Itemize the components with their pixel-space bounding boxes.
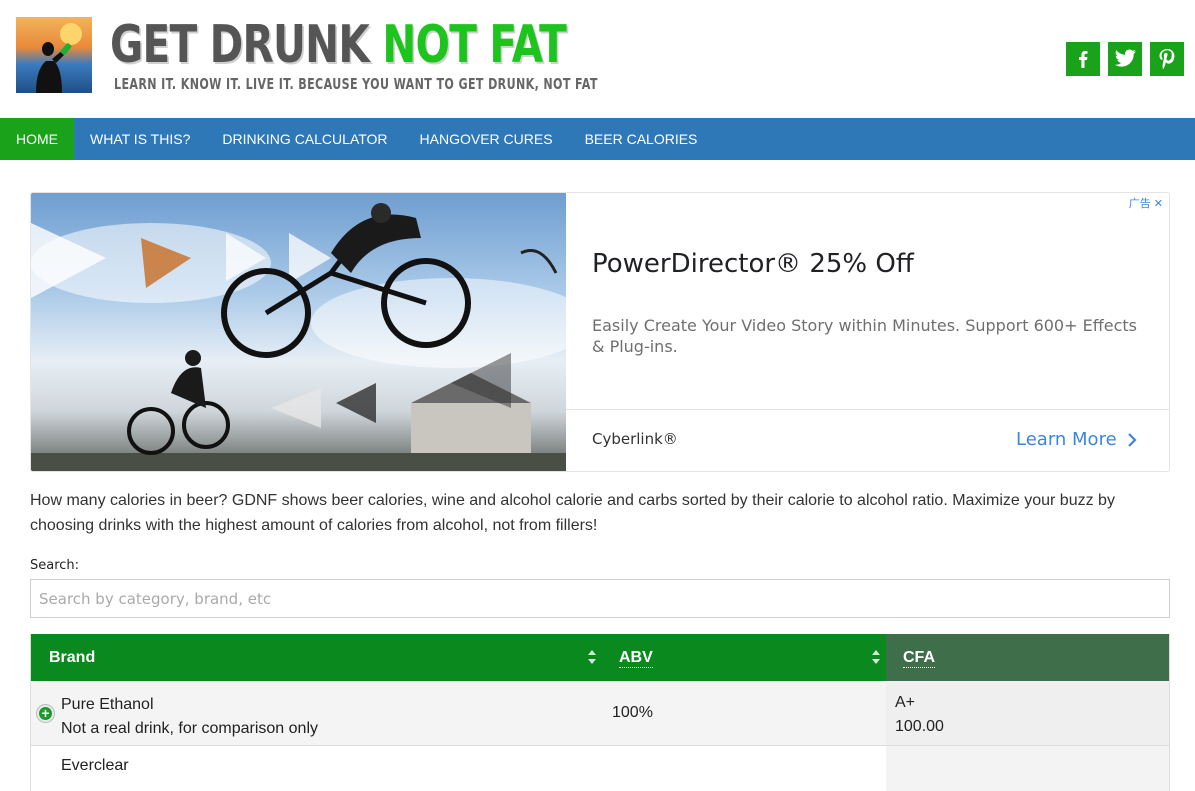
- ad-sponsor: Cyberlink®: [592, 430, 678, 448]
- learn-more-button[interactable]: Learn More: [1016, 429, 1137, 450]
- brand-cell: Everclear: [31, 746, 602, 791]
- pinterest-button[interactable]: [1150, 42, 1184, 76]
- facebook-button[interactable]: [1066, 42, 1100, 76]
- cfa-cell: A+ 100.00: [886, 681, 1169, 745]
- bmx-photo-illustration: [31, 203, 566, 471]
- column-header-abv[interactable]: ABV: [602, 634, 886, 681]
- main-nav: HOME WHAT IS THIS? DRINKING CALCULATOR H…: [0, 118, 1195, 160]
- brand-name: Everclear: [61, 757, 129, 774]
- abv-cell: [602, 746, 886, 791]
- intro-text: How many calories in beer? GDNF shows be…: [30, 492, 1115, 534]
- column-header-cfa[interactable]: CFA: [886, 634, 1169, 681]
- site-title-part1: GET DRUNK: [110, 15, 370, 75]
- sort-icon: [872, 650, 880, 664]
- drinking-figure-icon: [36, 42, 72, 93]
- ad-banner[interactable]: 广告 ✕ PowerDirector® 25% Off Easily Creat…: [30, 192, 1170, 472]
- abv-cell: 100%: [612, 704, 653, 721]
- facebook-icon: [1079, 51, 1088, 68]
- sort-icon: [588, 650, 596, 664]
- table-header: Brand ABV CFA: [31, 634, 1169, 681]
- learn-more-label: Learn More: [1016, 429, 1117, 450]
- ad-description: Easily Create Your Video Story within Mi…: [592, 316, 1137, 356]
- cfa-value: 100.00: [895, 718, 944, 735]
- table-row[interactable]: Everclear: [31, 746, 1169, 791]
- column-label: CFA: [903, 649, 935, 668]
- site-title-part2: NOT FAT: [382, 15, 567, 75]
- twitter-icon: [1114, 49, 1136, 67]
- site-tagline: LEARN IT. KNOW IT. LIVE IT. BECAUSE YOU …: [114, 75, 598, 93]
- column-label: Brand: [49, 649, 96, 666]
- twitter-button[interactable]: [1108, 42, 1142, 76]
- ad-badge-label: 广告: [1128, 198, 1151, 210]
- site-header: GET DRUNK NOT FAT LEARN IT. KNOW IT. LIV…: [0, 0, 1195, 118]
- ad-divider: [566, 409, 1169, 410]
- site-logo[interactable]: [16, 17, 92, 93]
- nav-what-is-this[interactable]: WHAT IS THIS?: [74, 118, 206, 160]
- column-label: ABV: [619, 649, 653, 668]
- brand-name: Pure Ethanol: [61, 696, 154, 713]
- brand-note: Not a real drink, for comparison only: [61, 720, 318, 737]
- cfa-cell: [886, 746, 1169, 791]
- ad-choices-badge[interactable]: 广告 ✕: [1129, 195, 1163, 211]
- pinterest-icon: [1159, 49, 1175, 69]
- chevron-right-icon: [1127, 432, 1137, 447]
- column-header-brand[interactable]: Brand: [31, 634, 602, 681]
- expand-plus-icon[interactable]: +: [37, 705, 54, 722]
- nav-home[interactable]: HOME: [0, 118, 74, 160]
- brand-cell: + Pure Ethanol Not a real drink, for com…: [31, 681, 602, 745]
- nav-drinking-calculator[interactable]: DRINKING CALCULATOR: [206, 118, 403, 160]
- cfa-grade: A+: [895, 694, 916, 711]
- ad-image[interactable]: [31, 193, 566, 471]
- search-label: Search:: [30, 558, 80, 573]
- close-icon[interactable]: ✕: [1154, 198, 1163, 210]
- nav-hangover-cures[interactable]: HANGOVER CURES: [404, 118, 569, 160]
- site-title[interactable]: GET DRUNK NOT FAT: [110, 14, 567, 76]
- search-input[interactable]: [30, 579, 1170, 618]
- ad-title[interactable]: PowerDirector® 25% Off: [592, 249, 914, 279]
- drinks-table: Brand ABV CFA + Pure Ethanol Not a real …: [30, 634, 1170, 791]
- table-row[interactable]: + Pure Ethanol Not a real drink, for com…: [31, 681, 1169, 746]
- nav-beer-calories[interactable]: BEER CALORIES: [569, 118, 714, 160]
